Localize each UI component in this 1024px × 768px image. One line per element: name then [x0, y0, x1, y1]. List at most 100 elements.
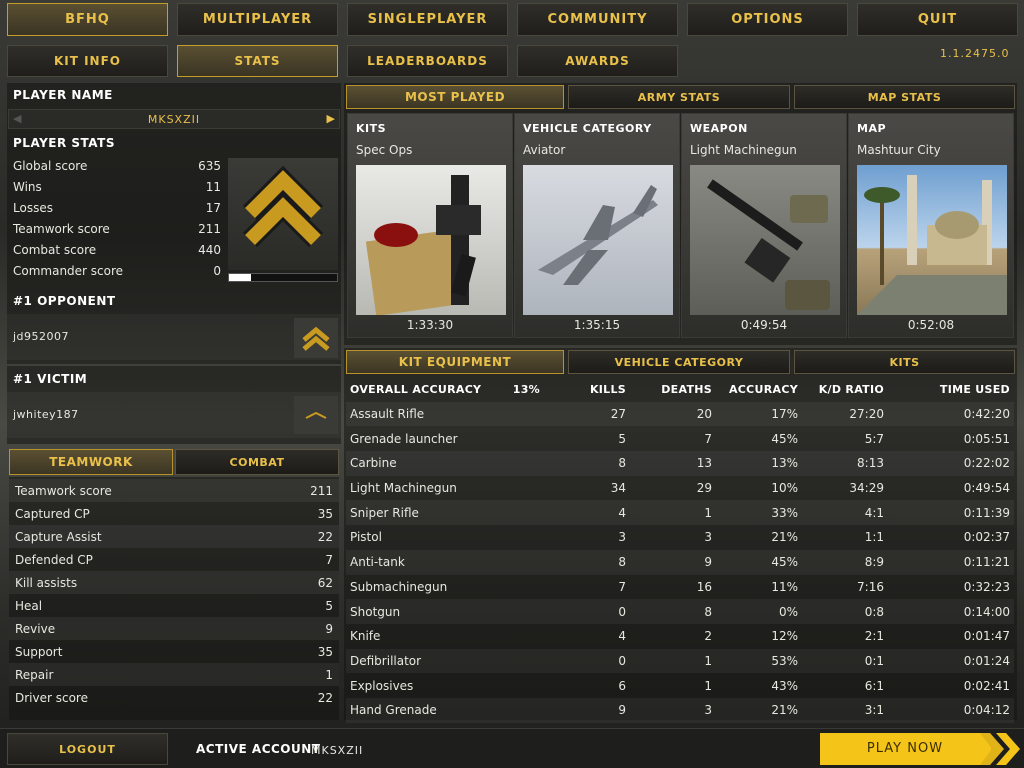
teamwork-label: Support: [15, 644, 63, 659]
nav-community[interactable]: COMMUNITY: [517, 3, 678, 36]
equipment-cell: 5: [618, 431, 626, 446]
map-image: [857, 165, 1007, 315]
card-title: VEHICLE CATEGORY: [523, 122, 652, 135]
teamwork-row: Kill assists 62: [9, 571, 339, 594]
equipment-cell: 29: [696, 481, 712, 496]
equipment-cell: 20: [630, 401, 716, 427]
equipment-cell: 27: [544, 401, 630, 427]
nav-multiplayer[interactable]: MULTIPLAYER: [177, 3, 338, 36]
teamwork-label: Teamwork score: [15, 483, 112, 498]
equipment-row: Anti-tank 8 9 45% 8:9 0:11:21: [346, 549, 1014, 575]
nav-bfhq[interactable]: BFHQ: [7, 3, 168, 36]
player-selector: ◀ MKSXZII ▶: [8, 109, 340, 129]
equipment-cell: [506, 575, 544, 600]
equipment-name: Grenade launcher: [350, 431, 458, 446]
active-account-name: MKSXZII: [311, 744, 364, 757]
logout-button[interactable]: LOGOUT: [7, 733, 168, 765]
equipment-cell: 6: [618, 678, 626, 693]
most-played-map-card[interactable]: MAP Mashtuur City 0:52:08: [848, 113, 1014, 338]
teamwork-value: 211: [310, 483, 333, 498]
tab-combat[interactable]: COMBAT: [175, 449, 339, 475]
equipment-row: Explosives 6 1 43% 6:1 0:02:41: [346, 673, 1014, 698]
nav-options[interactable]: OPTIONS: [687, 3, 848, 36]
equipment-cell: 53%: [716, 648, 802, 674]
next-player-arrow-icon[interactable]: ▶: [327, 112, 335, 125]
subnav-leaderboards[interactable]: LEADERBOARDS: [347, 45, 508, 77]
nav-singleplayer[interactable]: SINGLEPLAYER: [347, 3, 508, 36]
teamwork-value: 35: [317, 644, 333, 659]
tab-army-stats[interactable]: ARMY STATS: [568, 85, 790, 109]
stat-row: Commander score 0: [7, 260, 227, 281]
equipment-cell: [506, 401, 544, 427]
equipment-cell: 6:1: [864, 678, 884, 693]
stat-label: Losses: [13, 200, 53, 215]
equipment-cell: 0:02:41: [963, 678, 1010, 693]
equipment-cell: 8:9: [802, 549, 888, 575]
tab-most-played[interactable]: MOST PLAYED: [346, 85, 564, 109]
equipment-cell: 13: [630, 451, 716, 476]
equipment-cell: 2: [704, 629, 712, 644]
equipment-cell: 0:1: [802, 648, 888, 674]
teamwork-row: Driver score 22: [9, 686, 339, 709]
equipment-cell: 0:05:51: [963, 431, 1010, 446]
opponent-name[interactable]: jd952007: [13, 330, 69, 343]
equipment-cell: 0:04:12: [888, 697, 1014, 723]
teamwork-row: Support 35: [9, 640, 339, 663]
equipment-cell: 0: [544, 648, 630, 674]
teamwork-row: Revive 9: [9, 617, 339, 640]
tab-vehicle-category[interactable]: VEHICLE CATEGORY: [568, 350, 790, 374]
version-label: 1.1.2475.0: [940, 47, 1010, 60]
card-value: Mashtuur City: [857, 143, 941, 157]
victim-label: #1 VICTIM: [13, 372, 88, 386]
equipment-cell: 4:1: [802, 500, 888, 526]
stat-row: Global score 635: [7, 155, 227, 176]
subnav-kit-info[interactable]: KIT INFO: [7, 45, 168, 77]
nav-quit[interactable]: QUIT: [857, 3, 1018, 36]
tab-kit-equipment[interactable]: KIT EQUIPMENT: [346, 350, 564, 374]
teamwork-row: Captured CP 35: [9, 502, 339, 525]
equipment-name: Pistol: [350, 530, 382, 545]
vehicle-image: [523, 165, 673, 315]
play-now-label: PLAY NOW: [866, 741, 944, 756]
subnav-stats[interactable]: STATS: [177, 45, 338, 77]
equipment-cell: 45%: [716, 549, 802, 575]
equipment-cell: [506, 599, 544, 624]
equipment-cell: 9: [630, 549, 716, 575]
equipment-cell: 8: [544, 549, 630, 575]
tab-teamwork[interactable]: TEAMWORK: [9, 449, 173, 475]
equipment-cell: 16: [696, 579, 712, 594]
equipment-cell: 0:02:37: [963, 530, 1010, 545]
equipment-cell: 13%: [716, 451, 802, 476]
card-time: 1:35:15: [573, 318, 621, 332]
equipment-cell: 43%: [771, 678, 798, 693]
equipment-cell: [506, 426, 544, 451]
stat-row: Wins 11: [7, 176, 227, 197]
equipment-name: Defibrillator: [346, 648, 506, 674]
most-played-kit-card[interactable]: KITS Spec Ops 1:33:30: [347, 113, 513, 338]
stat-value: 17: [205, 200, 221, 215]
equipment-cell: 9: [544, 697, 630, 723]
most-played-weapon-card[interactable]: WEAPON Light Machinegun 0:49:54: [681, 113, 847, 338]
stat-row: Teamwork score 211: [7, 218, 227, 239]
most-played-vehicle-card[interactable]: VEHICLE CATEGORY Aviator 1:35:15: [514, 113, 680, 338]
tab-map-stats[interactable]: MAP STATS: [794, 85, 1015, 109]
equipment-row: Carbine 8 13 13% 8:13 0:22:02: [346, 451, 1014, 476]
equipment-cell: 17%: [716, 401, 802, 427]
equipment-cell: 7:16: [857, 579, 884, 594]
victim-name[interactable]: jwhitey187: [13, 408, 79, 421]
opponent-label: #1 OPPONENT: [13, 294, 116, 308]
tab-kits[interactable]: KITS: [794, 350, 1015, 374]
equipment-name: Assault Rifle: [346, 401, 506, 427]
equipment-cell: 4: [544, 500, 630, 526]
weapon-image: [690, 165, 840, 315]
overall-accuracy-value: 13%: [512, 382, 540, 396]
equipment-cell: 3: [704, 530, 712, 545]
equipment-cell: [506, 525, 544, 550]
equipment-cell: [506, 476, 544, 501]
rank-badge: [228, 158, 338, 270]
play-now-button[interactable]: PLAY NOW: [820, 733, 1020, 765]
teamwork-label: Driver score: [15, 690, 88, 705]
equipment-cell: 45%: [771, 431, 798, 446]
teamwork-label: Captured CP: [15, 506, 90, 521]
subnav-awards[interactable]: AWARDS: [517, 45, 678, 77]
